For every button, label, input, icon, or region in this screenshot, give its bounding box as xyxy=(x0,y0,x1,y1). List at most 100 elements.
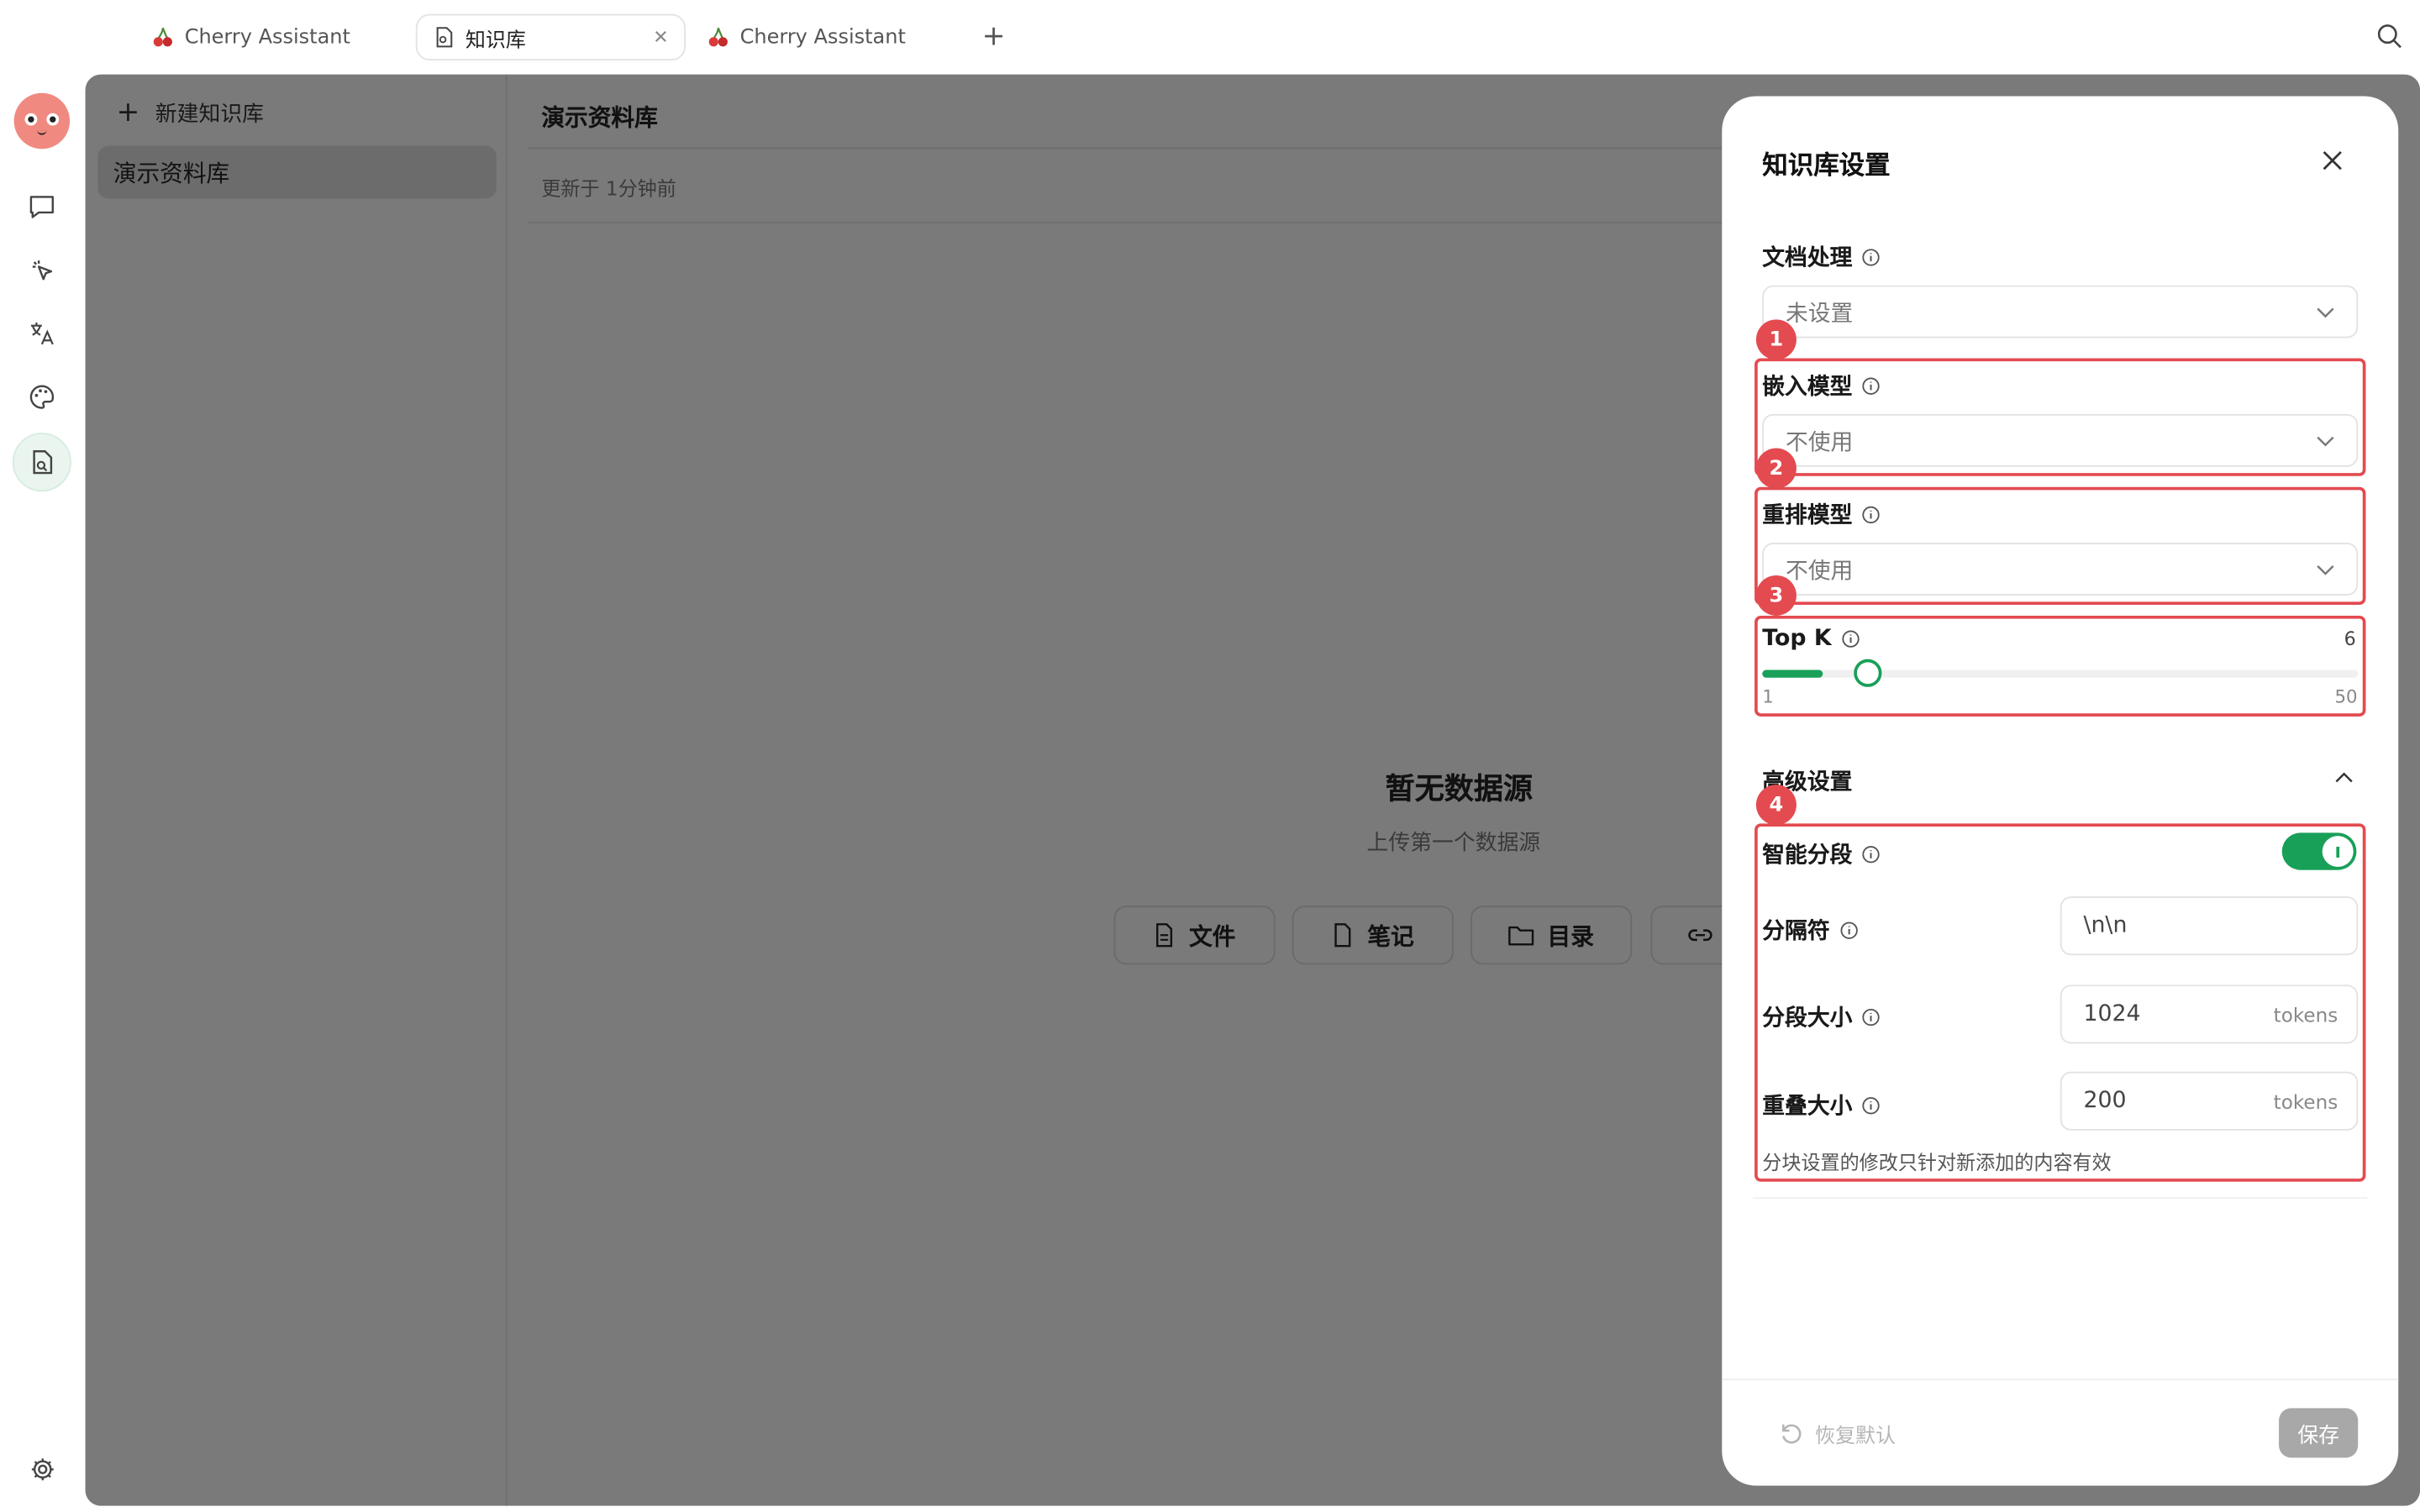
annotation-badge-1: 1 xyxy=(1755,319,1797,360)
palette-icon[interactable] xyxy=(15,370,68,423)
save-button[interactable]: 保存 xyxy=(2279,1408,2359,1458)
annotation-badge-4: 4 xyxy=(1755,785,1797,826)
smart-chunk-label-text: 智能分段 xyxy=(1762,843,1853,869)
doc-processing-label: 文档处理 xyxy=(1762,240,1880,273)
annotation-badge-3: 3 xyxy=(1755,575,1797,616)
cherry-icon xyxy=(708,27,728,47)
separator-label: 分隔符 xyxy=(1762,913,1858,946)
topk-label-text: Top K xyxy=(1762,626,1832,652)
embed-model-select[interactable]: 不使用 xyxy=(1762,413,2359,467)
chunk-size-label-text: 分段大小 xyxy=(1762,1006,1853,1032)
tab-knowledge-base[interactable]: 知识库 ✕ xyxy=(415,13,687,61)
tab-cherry-assistant-2[interactable]: Cherry Assistant xyxy=(692,14,921,60)
rerank-model-label: 重排模型 xyxy=(1762,498,1880,531)
rerank-model-select[interactable]: 不使用 xyxy=(1762,543,2359,596)
upload-file-label: 文件 xyxy=(1189,921,1236,950)
knowledge-list-pane: + 新建知识库 演示资料库 xyxy=(86,74,508,1506)
search-icon[interactable] xyxy=(2376,24,2402,50)
upload-directory-label: 目录 xyxy=(1547,921,1594,950)
info-icon[interactable] xyxy=(1861,247,1880,265)
plus-icon: + xyxy=(116,96,140,129)
drawer-title: 知识库设置 xyxy=(1762,150,1891,181)
reset-default-label: 恢复默认 xyxy=(1815,1425,1897,1449)
rerank-model-value: 不使用 xyxy=(1785,559,1854,585)
doc-processing-value: 未设置 xyxy=(1785,302,1854,327)
doc-processing-select[interactable]: 未设置 xyxy=(1762,285,2359,339)
new-knowledge-base-button[interactable]: + 新建知识库 xyxy=(116,96,264,129)
divider xyxy=(1753,1197,2368,1200)
toggle-knob xyxy=(2322,836,2354,868)
smart-chunk-toggle[interactable] xyxy=(2281,832,2357,870)
tab-label: Cherry Assistant xyxy=(184,25,350,50)
upload-file-button[interactable]: 文件 xyxy=(1113,906,1276,965)
cherry-icon xyxy=(153,27,172,47)
annotation-badge-2: 2 xyxy=(1755,448,1797,489)
list-item-label: 演示资料库 xyxy=(113,159,230,187)
chevron-down-icon xyxy=(2317,564,2334,575)
upload-note-button[interactable]: 笔记 xyxy=(1292,906,1454,965)
rerank-model-label-text: 重排模型 xyxy=(1762,504,1853,529)
topk-label: Top K xyxy=(1762,626,1860,652)
embed-model-value: 不使用 xyxy=(1785,430,1854,455)
separator-value: \n\n xyxy=(2083,913,2128,938)
empty-subtitle: 上传第一个数据源 xyxy=(1366,831,1541,857)
overlap-input[interactable]: 200 tokens xyxy=(2060,1071,2359,1131)
info-icon[interactable] xyxy=(1841,630,1860,648)
avatar[interactable] xyxy=(13,92,71,150)
upload-note-label: 笔记 xyxy=(1367,921,1414,950)
close-icon[interactable] xyxy=(2323,150,2343,171)
knowledge-settings-drawer: 知识库设置 文档处理 未设置 1 嵌入模型 不使用 2 重排模型 不使用 3 T… xyxy=(1722,96,2399,1486)
topk-min: 1 xyxy=(1762,685,1774,707)
list-item-demo-kb[interactable]: 演示资料库 xyxy=(97,145,497,199)
tab-label: Cherry Assistant xyxy=(739,25,906,50)
embed-model-label-text: 嵌入模型 xyxy=(1762,375,1853,401)
doc-processing-label-text: 文档处理 xyxy=(1762,246,1853,272)
chunk-size-label: 分段大小 xyxy=(1762,1000,1880,1033)
chunk-size-input[interactable]: 1024 tokens xyxy=(2060,984,2359,1044)
chunk-size-unit: tokens xyxy=(2273,1002,2338,1026)
file-text-icon xyxy=(1156,923,1173,948)
close-tab-icon[interactable]: ✕ xyxy=(653,26,669,48)
footer-divider xyxy=(1722,1378,2399,1381)
new-tab-plus-icon[interactable]: + xyxy=(982,20,1006,53)
separator-input[interactable]: \n\n xyxy=(2060,896,2359,956)
app-window: Cherry Assistant 知识库 ✕ Cherry Assistant … xyxy=(0,0,2420,1512)
reset-default-button[interactable]: 恢复默认 xyxy=(1780,1419,1896,1448)
topk-slider-track[interactable] xyxy=(1762,659,2359,687)
page-title: 演示资料库 xyxy=(541,103,658,132)
overlap-label: 重叠大小 xyxy=(1762,1089,1880,1121)
info-icon[interactable] xyxy=(1861,844,1880,863)
chunk-settings-note: 分块设置的修改只针对新添加的内容有效 xyxy=(1762,1150,2112,1174)
chevron-up-icon[interactable] xyxy=(2335,772,2354,783)
upload-directory-button[interactable]: 目录 xyxy=(1470,906,1633,965)
chat-icon[interactable] xyxy=(15,180,68,233)
undo-icon xyxy=(1781,1424,1802,1444)
agents-cursor-icon[interactable] xyxy=(15,244,68,297)
knowledge-base-nav-icon[interactable] xyxy=(12,433,71,492)
note-icon xyxy=(1335,923,1352,948)
new-knowledge-base-label: 新建知识库 xyxy=(155,101,265,127)
tab-label: 知识库 xyxy=(465,29,526,52)
overlap-label-text: 重叠大小 xyxy=(1762,1095,1853,1120)
settings-gear-icon[interactable] xyxy=(15,1442,68,1495)
info-icon[interactable] xyxy=(1861,1095,1880,1114)
topk-slider-fill xyxy=(1762,669,1823,678)
chevron-down-icon xyxy=(2317,307,2334,318)
embed-model-label: 嵌入模型 xyxy=(1762,369,1880,402)
chunk-size-value: 1024 xyxy=(2083,1001,2141,1027)
chevron-down-icon xyxy=(2317,435,2334,446)
info-icon[interactable] xyxy=(1861,376,1880,395)
empty-title: 暂无数据源 xyxy=(1385,772,1534,807)
tab-cherry-assistant-1[interactable]: Cherry Assistant xyxy=(136,14,366,60)
info-icon[interactable] xyxy=(1839,921,1858,939)
overlap-unit: tokens xyxy=(2273,1089,2338,1113)
separator-label-text: 分隔符 xyxy=(1762,919,1830,945)
translate-icon[interactable] xyxy=(15,307,68,360)
updated-time: 更新于 1分钟前 xyxy=(541,176,676,201)
topk-max: 50 xyxy=(2334,685,2358,707)
info-icon[interactable] xyxy=(1861,1007,1880,1026)
info-icon[interactable] xyxy=(1861,505,1880,523)
overlap-value: 200 xyxy=(2083,1089,2127,1114)
topk-value: 6 xyxy=(2344,627,2356,650)
topk-slider-handle[interactable] xyxy=(1854,659,1882,687)
